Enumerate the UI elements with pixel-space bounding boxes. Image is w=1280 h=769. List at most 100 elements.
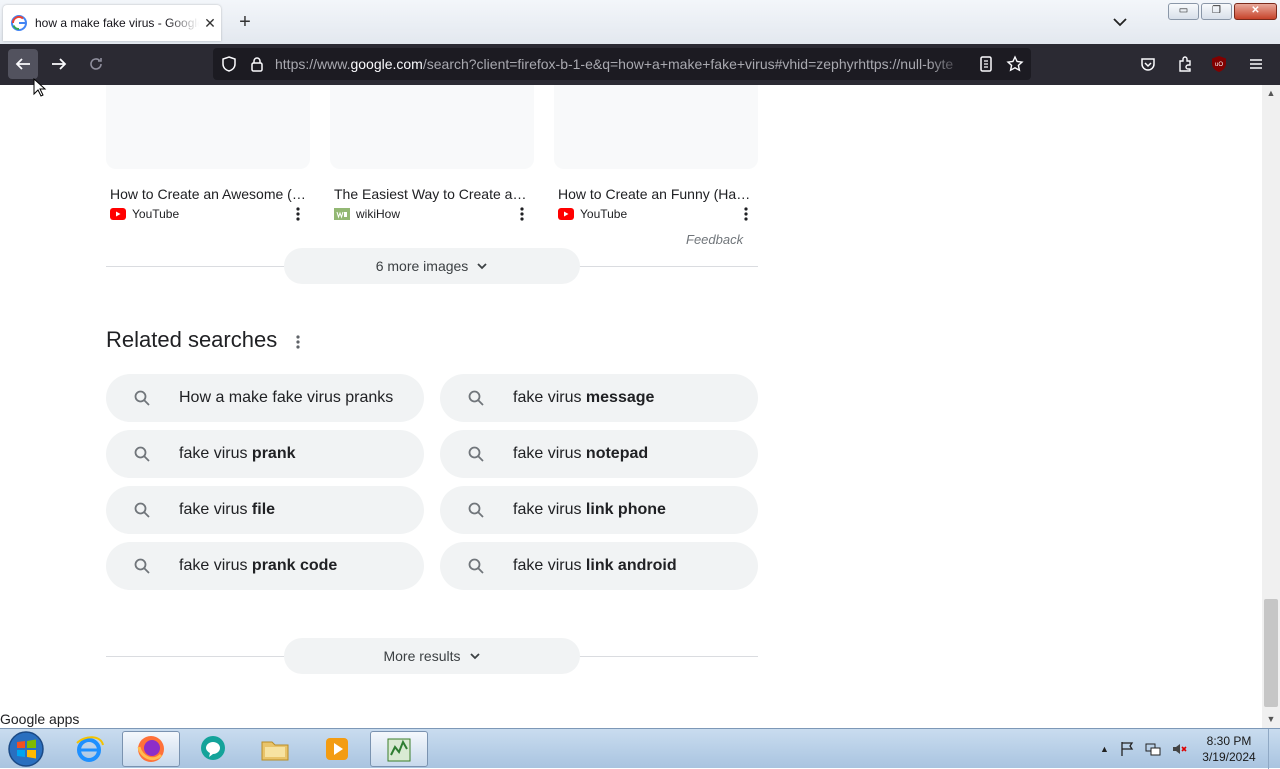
tab-google-search[interactable]: how a make fake virus - Google ✕ [3, 5, 221, 41]
search-results-page: How to Create an Awesome (Harmless) Fake… [0, 85, 1262, 728]
related-search-chip[interactable]: fake virus prank code [106, 542, 424, 590]
taskbar-internet-explorer[interactable] [60, 731, 118, 767]
scroll-up-arrow-icon[interactable]: ▲ [1262, 85, 1280, 102]
chip-bold-text: prank [251, 445, 296, 462]
reload-icon [90, 58, 102, 70]
mouse-cursor-icon [33, 78, 47, 97]
task-manager-icon [387, 738, 411, 762]
extensions-puzzle-icon[interactable] [1176, 55, 1194, 73]
system-tray: ▲ [1100, 741, 1187, 757]
search-icon [134, 390, 150, 406]
more-results-label: More results [383, 648, 461, 664]
url-prefix: https://www. [275, 56, 351, 72]
clock-date: 3/19/2024 [1202, 750, 1256, 764]
more-results-button[interactable]: More results [284, 638, 580, 674]
image-thumbnail[interactable] [106, 85, 310, 169]
more-options-icon[interactable] [519, 207, 525, 221]
back-button[interactable] [8, 49, 38, 79]
related-search-chip[interactable]: How a make fake virus pranks [106, 374, 424, 422]
window-controls: ▭ ❐ ✕ [1168, 3, 1277, 20]
chip-text: fake virus [513, 389, 586, 406]
chat-bubble-app-icon [201, 736, 225, 760]
windows-taskbar: ▲ 8:30 PM 3/19/2024 [0, 728, 1280, 769]
chip-bold-text: link phone [585, 501, 666, 518]
taskbar-file-explorer[interactable] [246, 731, 304, 767]
taskbar-firefox[interactable] [122, 731, 180, 767]
tab-close-icon[interactable]: ✕ [199, 15, 221, 32]
chip-bold-text: prank code [251, 557, 338, 574]
scrollbar-thumb[interactable] [1264, 599, 1278, 707]
image-result-title[interactable]: The Easiest Way to Create a Fake Virus [334, 186, 530, 202]
volume-muted-icon[interactable] [1171, 741, 1187, 757]
image-thumbnail[interactable] [554, 85, 758, 169]
lock-icon[interactable] [248, 55, 266, 73]
show-desktop-button[interactable] [1268, 729, 1280, 769]
scroll-down-arrow-icon[interactable]: ▼ [1262, 711, 1280, 728]
feedback-link[interactable]: Feedback [686, 232, 743, 247]
related-search-chip[interactable]: fake virus notepad [440, 430, 758, 478]
chip-bold-text: message [585, 389, 655, 406]
image-result-source[interactable]: YouTube [558, 207, 627, 221]
close-window-button[interactable]: ✕ [1234, 3, 1277, 20]
search-icon [468, 558, 484, 574]
reader-view-icon[interactable] [977, 55, 995, 73]
image-result-source[interactable]: wikiHow [334, 207, 400, 221]
related-search-chip[interactable]: fake virus message [440, 374, 758, 422]
new-tab-button[interactable]: + [234, 11, 256, 33]
more-options-icon[interactable] [743, 207, 749, 221]
search-icon [134, 502, 150, 518]
related-search-chip[interactable]: fake virus prank [106, 430, 424, 478]
search-icon [468, 502, 484, 518]
image-result-title[interactable]: How to Create an Awesome (Harmless) Fake… [110, 186, 306, 202]
tracking-protection-shield-icon[interactable] [220, 55, 238, 73]
taskbar-task-manager[interactable] [370, 731, 428, 767]
firefox-icon [137, 736, 164, 762]
media-player-icon [326, 738, 348, 760]
taskbar-clock[interactable]: 8:30 PM 3/19/2024 [1196, 733, 1262, 765]
chip-bold-text: file [251, 501, 276, 518]
taskbar-media-player[interactable] [308, 731, 366, 767]
ublock-origin-icon[interactable]: uO [1210, 55, 1228, 73]
url-text[interactable]: https://www.google.com/search?client=fir… [275, 56, 969, 72]
address-bar[interactable]: https://www.google.com/search?client=fir… [213, 48, 1031, 80]
related-search-chip[interactable]: fake virus link android [440, 542, 758, 590]
image-thumbnail[interactable] [330, 85, 534, 169]
chip-text: fake virus [179, 445, 252, 462]
forward-button[interactable] [44, 49, 74, 79]
wikihow-icon [334, 208, 350, 220]
image-result-source[interactable]: YouTube [110, 207, 179, 221]
url-host: google.com [350, 56, 423, 72]
more-images-label: 6 more images [375, 258, 469, 274]
action-center-flag-icon[interactable] [1119, 741, 1135, 757]
related-search-chip[interactable]: fake virus file [106, 486, 424, 534]
tab-title: how a make fake virus - Google [35, 16, 199, 30]
restore-button[interactable]: ❐ [1201, 3, 1232, 20]
related-search-chip[interactable]: fake virus link phone [440, 486, 758, 534]
windows-start-button-icon[interactable] [6, 730, 46, 768]
page-scrollbar[interactable]: ▲ ▼ [1262, 85, 1280, 728]
network-icon[interactable] [1145, 741, 1161, 757]
pocket-icon[interactable] [1139, 55, 1157, 73]
image-result-title[interactable]: How to Create an Funny (Harmless) Virus [558, 186, 754, 202]
folder-icon [261, 741, 289, 761]
show-hidden-icons-arrow-icon[interactable]: ▲ [1100, 744, 1109, 754]
chevron-down-icon [469, 653, 480, 660]
url-path: /search?client=firefox-b-1-e&q=how+a+mak… [422, 56, 954, 72]
minimize-button[interactable]: ▭ [1168, 3, 1199, 20]
related-searches-heading: Related searches [106, 327, 278, 352]
chip-bold-text: notepad [585, 445, 649, 462]
more-images-button[interactable]: 6 more images [284, 248, 580, 284]
chevron-down-icon [477, 263, 487, 270]
search-icon [468, 390, 484, 406]
reload-button[interactable] [81, 49, 111, 79]
bookmark-star-icon[interactable] [1006, 55, 1024, 73]
list-all-tabs-chevron-icon[interactable] [1110, 12, 1130, 32]
back-arrow-icon [15, 58, 30, 70]
more-options-icon[interactable] [295, 207, 301, 221]
chip-text: fake virus [513, 445, 586, 462]
related-more-options-icon[interactable] [295, 335, 301, 349]
taskbar-app[interactable] [184, 731, 242, 767]
source-name: YouTube [580, 207, 628, 221]
svg-text:uO: uO [1215, 62, 1223, 68]
hamburger-menu-icon[interactable] [1247, 55, 1265, 73]
